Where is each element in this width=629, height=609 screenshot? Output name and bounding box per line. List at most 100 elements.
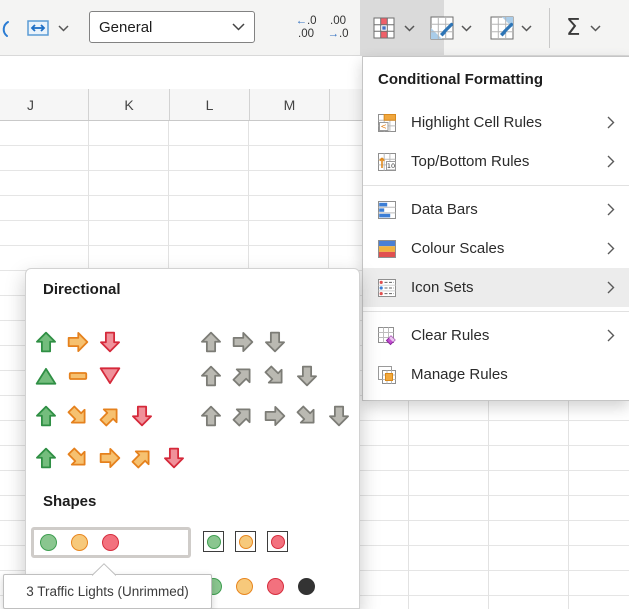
green-circle-icon [40,534,57,551]
format-as-table-icon [430,16,454,40]
clipped-toolbar-icon [0,18,10,42]
tooltip-notch [92,563,116,576]
highlight-cell-rules-icon: < [377,113,397,133]
iconset-option-3-traffic-lights-rimmed[interactable] [203,531,288,552]
iconset-arrow-red-down-icon [99,331,121,353]
iconset-option-directional-4-left[interactable] [35,447,185,469]
data-bars-icon [377,200,397,220]
iconset-arrow-green-up-icon [35,405,57,427]
iconset-arrow-gray-ne-icon [232,405,254,427]
format-as-table-button[interactable] [430,10,472,46]
iconset-option-directional-1-left[interactable] [35,331,121,353]
toolbar-separator [549,8,550,48]
iconset-arrow-gray-ne-icon [232,365,254,387]
cell-styles-icon [490,16,514,40]
menu-item-icon-sets[interactable]: Icon Sets [363,268,629,307]
conditional-formatting-icon [373,17,395,39]
merge-center-button[interactable] [26,14,69,42]
menu-item-manage-rules[interactable]: Manage Rules [363,355,629,394]
iconset-option-3-traffic-lights-unrimmed[interactable] [31,527,191,558]
red-circle-icon [271,535,285,549]
menu-item-label: Data Bars [411,201,478,218]
menu-separator [363,181,629,190]
menu-item-highlight-cell-rules[interactable]: < Highlight Cell Rules [363,103,629,142]
amber-circle-icon [236,578,253,595]
shapes-section-title: Shapes [43,493,96,510]
chevron-right-icon [607,203,615,216]
manage-rules-icon [377,365,397,385]
amber-circle-rimmed-icon [235,531,256,552]
menu-item-label: Colour Scales [411,240,504,257]
menu-item-colour-scales[interactable]: Colour Scales [363,229,629,268]
tooltip: 3 Traffic Lights (Unrimmed) [3,574,212,609]
increase-decimal-label: ←.0 [295,15,316,28]
colour-scales-icon [377,239,397,259]
svg-text:<: < [381,122,387,131]
iconset-arrow-gray-up-icon [200,365,222,387]
toolbar: General ←.0 .00 .00 →.0 [0,0,629,56]
iconset-option-directional-1-right[interactable] [200,331,286,353]
iconset-arrow-orange-right-icon [99,447,121,469]
iconset-arrow-green-up-icon [35,331,57,353]
amber-circle-icon [71,534,88,551]
iconset-option-directional-3-left[interactable] [35,405,153,427]
menu-item-label: Highlight Cell Rules [411,114,542,131]
chevron-down-icon [521,25,532,32]
menu-item-label: Clear Rules [411,327,489,344]
menu-item-clear-rules[interactable]: Clear Rules [363,316,629,355]
top-bottom-rules-icon: 10 [377,152,397,172]
autosum-icon: Σ [566,15,581,41]
iconset-arrow-gray-right-icon [264,405,286,427]
menu-separator [363,307,629,316]
iconset-arrow-gray-up-icon [200,331,222,353]
number-format-combobox[interactable]: General [89,11,255,43]
menu-title: Conditional Formatting [363,65,629,95]
decrease-decimal-button[interactable]: .00 →.0 [322,9,354,47]
red-circle-icon [102,534,119,551]
amber-circle-icon [239,535,253,549]
icon-sets-panel: Directional Shapes [25,268,360,609]
iconset-option-directional-2-right[interactable] [200,365,318,387]
iconset-arrow-gray-down-icon [328,405,350,427]
column-header-K[interactable]: K [89,89,170,120]
cell-styles-button[interactable] [490,10,532,46]
number-format-value: General [99,19,152,36]
iconset-arrow-orange-se-icon [67,447,89,469]
iconset-option-directional-2-left[interactable] [35,365,121,387]
column-header-J[interactable]: J [0,89,89,120]
column-header-L[interactable]: L [170,89,250,120]
menu-item-label: Manage Rules [411,366,508,383]
merge-center-icon [26,16,50,40]
autosum-button[interactable]: Σ [558,8,601,48]
column-header-M[interactable]: M [250,89,330,120]
iconset-arrow-orange-se-icon [67,405,89,427]
menu-item-top-bottom-rules[interactable]: 10Top/Bottom Rules [363,142,629,181]
chevron-right-icon [607,116,615,129]
chevron-down-icon [404,25,415,32]
iconset-arrow-gray-down-icon [296,365,318,387]
chevron-down-icon [232,23,245,31]
conditional-formatting-menu: Conditional Formatting < Highlight Cell R… [362,56,629,401]
increase-decimal-button[interactable]: ←.0 .00 [290,9,322,47]
chevron-down-icon [461,25,472,32]
iconset-arrow-red-down-icon [163,447,185,469]
chevron-right-icon [607,242,615,255]
decrease-decimal-label2: →.0 [327,28,348,41]
iconset-arrow-green-triangle-up-icon [35,365,57,387]
chevron-right-icon [607,155,615,168]
iconset-option-directional-3-right[interactable] [200,405,350,427]
svg-text:10: 10 [387,162,395,170]
menu-item-data-bars[interactable]: Data Bars [363,190,629,229]
chevron-down-icon [590,25,601,32]
iconset-arrow-orange-ne-icon [131,447,153,469]
iconset-option-4-traffic-lights[interactable] [205,578,315,595]
menu-item-label: Icon Sets [411,279,474,296]
red-circle-rimmed-icon [267,531,288,552]
iconset-arrow-green-up-icon [35,447,57,469]
iconset-arrow-gray-se-icon [264,365,286,387]
tooltip-text: 3 Traffic Lights (Unrimmed) [26,584,189,599]
iconset-arrow-red-triangle-down-icon [99,365,121,387]
decrease-decimal-label: .00 [330,15,346,28]
iconset-arrow-gray-up-icon [200,405,222,427]
black-circle-icon [298,578,315,595]
